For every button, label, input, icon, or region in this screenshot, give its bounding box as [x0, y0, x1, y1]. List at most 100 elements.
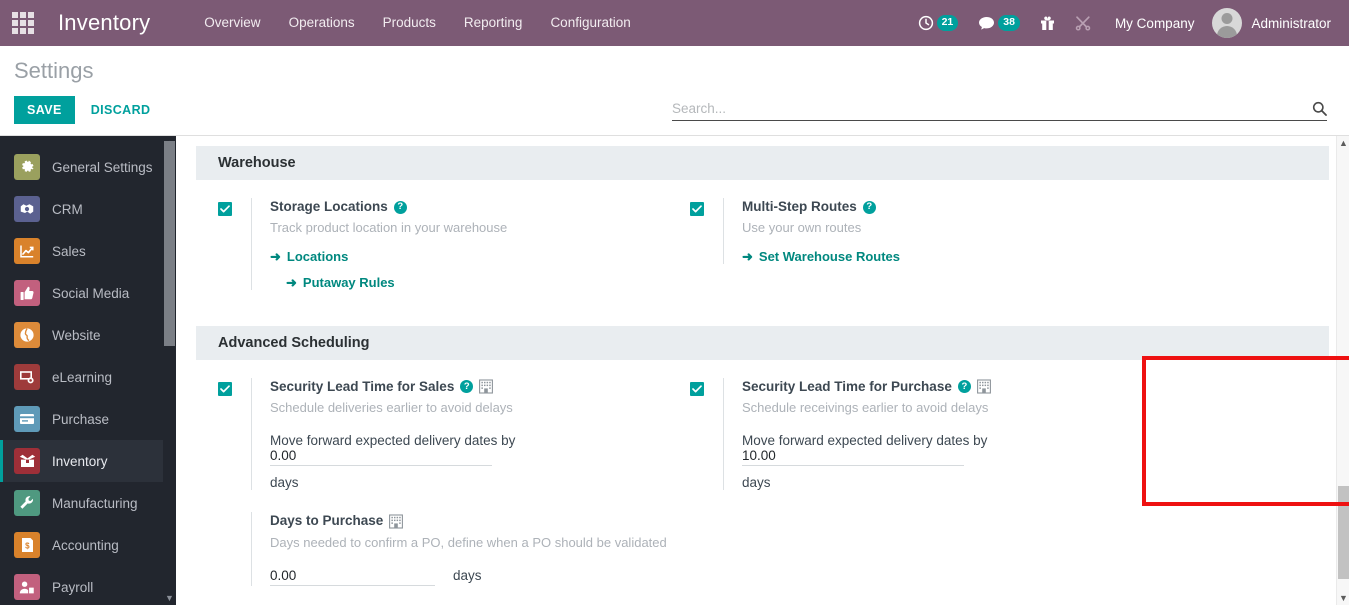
security-lead-time-sales-checkbox[interactable]	[218, 381, 232, 396]
sidebar-item-purchase[interactable]: Purchase	[0, 398, 176, 440]
gift-box-icon	[1040, 16, 1054, 30]
days-to-purchase-input[interactable]	[270, 568, 435, 587]
menu-item-overview[interactable]: Overview	[190, 0, 274, 46]
sidebar-item-label: Manufacturing	[52, 495, 138, 511]
help-circle-icon[interactable]: ?	[957, 380, 971, 394]
set-warehouse-routes-link[interactable]: ➜ Set Warehouse Routes	[742, 249, 1172, 264]
menu-item-reporting[interactable]: Reporting	[450, 0, 537, 46]
security-lead-time-purchase-checkbox[interactable]	[690, 381, 704, 396]
control-panel-buttons: SAVE DISCARD	[14, 96, 160, 124]
apps-grid-icon[interactable]	[0, 0, 46, 46]
purchase-lead-time-unit: days	[742, 475, 771, 491]
storage-locations-checkbox[interactable]	[218, 202, 232, 216]
messages-badge: 38	[998, 15, 1020, 31]
sidebar-scroll-thumb[interactable]	[164, 141, 175, 346]
sidebar-item-label: Sales	[52, 243, 86, 259]
company-building-icon[interactable]	[479, 379, 494, 394]
setting-multi-step-routes: Multi-Step Routes ? Use your own routes …	[672, 190, 1172, 294]
security-lead-time-purchase-description: Schedule receivings earlier to avoid del…	[742, 399, 989, 415]
wrench-icon	[14, 490, 40, 516]
avatar	[1212, 8, 1243, 38]
messages-button[interactable]: 38	[968, 0, 1030, 46]
menu-item-configuration[interactable]: Configuration	[536, 0, 644, 46]
sales-lead-time-input[interactable]	[270, 448, 492, 467]
main-scrollbar[interactable]: ▲ ▼	[1336, 136, 1349, 605]
putaway-rules-link-label: Putaway Rules	[302, 274, 395, 290]
multi-step-routes-checkbox[interactable]	[690, 202, 704, 216]
help-circle-icon[interactable]: ?	[862, 200, 876, 214]
arrow-right-icon: ➜	[270, 248, 281, 264]
page-title: Settings	[14, 58, 94, 83]
search-input[interactable]	[672, 101, 1312, 116]
gift-button[interactable]	[1030, 0, 1065, 46]
settings-page: Warehouse Storage Locations ? Track prod…	[186, 136, 1349, 590]
user-menu[interactable]: Administrator	[1208, 8, 1337, 38]
warehouse-settings-row: Storage Locations ? Track product locati…	[196, 190, 1329, 294]
gear-icon	[14, 154, 40, 180]
main-menu: Overview Operations Products Reporting C…	[190, 0, 644, 46]
putaway-rules-link[interactable]: ➜ Putaway Rules	[286, 275, 672, 290]
activities-button[interactable]: 21	[908, 0, 969, 46]
days-to-purchase-unit: days	[453, 568, 482, 584]
help-circle-icon[interactable]: ?	[460, 380, 474, 394]
menu-item-operations[interactable]: Operations	[275, 0, 369, 46]
company-building-icon[interactable]	[976, 379, 991, 394]
security-lead-time-purchase-label: Security Lead Time for Purchase	[742, 378, 952, 394]
chevron-down-icon[interactable]: ▼	[1337, 591, 1349, 605]
settings-main-area: Warehouse Storage Locations ? Track prod…	[176, 136, 1349, 605]
company-building-icon[interactable]	[389, 514, 404, 529]
multi-step-routes-label: Multi-Step Routes	[742, 199, 857, 214]
person-badge-icon	[14, 574, 40, 600]
svg-text:$: $	[25, 541, 30, 550]
sidebar-item-elearning[interactable]: eLearning	[0, 356, 176, 398]
setting-security-lead-time-sales: Security Lead Time for Sales ? Schedule …	[218, 370, 672, 495]
main-scroll-thumb[interactable]	[1338, 486, 1349, 579]
multi-step-routes-description: Use your own routes	[742, 220, 862, 236]
search-icon[interactable]	[1312, 101, 1327, 116]
navbar-right-tools: 21 38 My Company Administrator	[908, 0, 1349, 46]
sidebar-item-website[interactable]: Website	[0, 314, 176, 356]
settings-sidebar: General Settings CRM Sales Social Media	[0, 136, 176, 605]
sidebar-app-list: General Settings CRM Sales Social Media	[0, 136, 176, 605]
days-to-purchase-field-row: days	[270, 568, 672, 587]
card-icon	[14, 406, 40, 432]
sidebar-item-crm[interactable]: CRM	[0, 188, 176, 230]
sidebar-item-social-media[interactable]: Social Media	[0, 272, 176, 314]
sidebar-item-accounting[interactable]: $ Accounting	[0, 524, 176, 566]
sidebar-item-label: Payroll	[52, 579, 94, 595]
chevron-down-icon[interactable]: ▼	[163, 591, 176, 605]
chat-bubble-icon	[979, 16, 995, 30]
developer-tools-button[interactable]	[1065, 0, 1101, 46]
app-brand-title[interactable]: Inventory	[58, 10, 150, 36]
purchase-lead-time-field-label: Move forward expected delivery dates by	[742, 433, 988, 449]
body-wrapper: General Settings CRM Sales Social Media	[0, 136, 1349, 605]
search-bar[interactable]	[672, 101, 1327, 121]
setting-days-to-purchase: Days to Purchase Days needed to confirm …	[218, 494, 672, 590]
open-box-icon	[14, 448, 40, 474]
company-switcher[interactable]: My Company	[1101, 16, 1209, 31]
sidebar-item-manufacturing[interactable]: Manufacturing	[0, 482, 176, 524]
activities-badge: 21	[936, 15, 959, 31]
days-to-purchase-description: Days needed to confirm a PO, define when…	[270, 534, 667, 550]
purchase-lead-time-input[interactable]	[742, 448, 964, 467]
sidebar-item-general-settings[interactable]: General Settings	[0, 146, 176, 188]
save-button[interactable]: SAVE	[14, 96, 75, 124]
chevron-up-icon[interactable]: ▲	[1337, 136, 1349, 150]
locations-link[interactable]: ➜ Locations	[270, 249, 672, 264]
presentation-icon	[14, 364, 40, 390]
section-title-advanced-scheduling: Advanced Scheduling	[196, 325, 1329, 360]
help-circle-icon[interactable]: ?	[393, 200, 407, 214]
sidebar-item-payroll[interactable]: Payroll	[0, 566, 176, 605]
section-title-warehouse: Warehouse	[196, 146, 1329, 180]
sidebar-item-inventory[interactable]: Inventory	[0, 440, 176, 482]
sidebar-item-label: Accounting	[52, 537, 119, 553]
globe-icon	[14, 322, 40, 348]
menu-item-products[interactable]: Products	[369, 0, 450, 46]
discard-button[interactable]: DISCARD	[81, 96, 161, 124]
setting-security-lead-time-purchase: Security Lead Time for Purchase ? Schedu…	[690, 370, 1172, 495]
crossed-tools-icon	[1075, 16, 1091, 31]
sales-lead-time-unit: days	[270, 475, 299, 491]
sidebar-scrollbar[interactable]: ▲ ▼	[163, 136, 176, 605]
sidebar-item-sales[interactable]: Sales	[0, 230, 176, 272]
sidebar-item-label: General Settings	[52, 159, 153, 175]
